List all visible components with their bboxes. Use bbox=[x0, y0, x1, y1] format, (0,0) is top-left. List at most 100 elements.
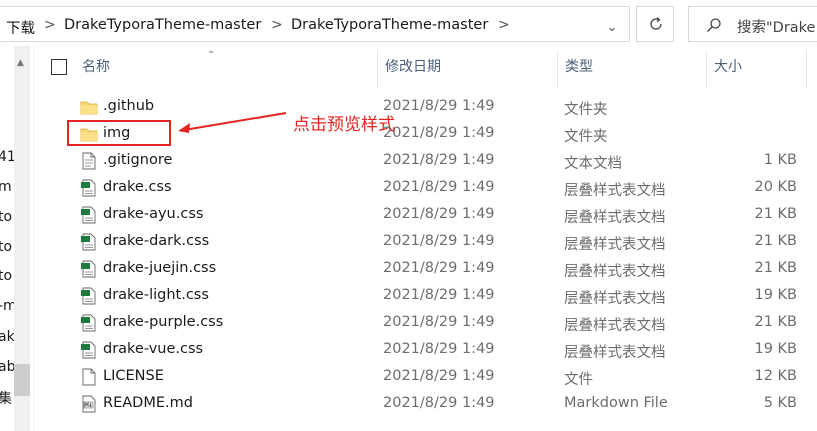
annotation-highlight-box bbox=[67, 120, 171, 146]
refresh-icon bbox=[650, 17, 662, 30]
address-bar[interactable]: 下载 > DrakeTyporaTheme-master > DrakeTypo… bbox=[0, 6, 630, 42]
file-date: 2021/8/29 1:49 bbox=[383, 125, 495, 141]
breadcrumb-separator[interactable]: > bbox=[498, 17, 510, 33]
file-date: 2021/8/29 1:49 bbox=[383, 395, 495, 411]
file-type: 文件夹 bbox=[564, 129, 608, 145]
chevron-down-icon[interactable]: ⌄ bbox=[602, 18, 622, 38]
file-name: drake-ayu.css bbox=[103, 206, 204, 222]
file-type: 文件 bbox=[564, 372, 593, 388]
file-size: 19 KB bbox=[754, 341, 797, 357]
file-type: 层叠样式表文档 bbox=[564, 183, 666, 199]
file-row[interactable]: .github 2021/8/29 1:49 文件夹 bbox=[36, 94, 817, 121]
annotation-label: 点击预览样式 bbox=[293, 115, 395, 135]
css-file-icon bbox=[80, 314, 98, 332]
file-size: 20 KB bbox=[754, 179, 797, 195]
file-size: 1 KB bbox=[763, 152, 797, 168]
file-type: Markdown File bbox=[564, 395, 668, 411]
column-divider[interactable] bbox=[706, 50, 707, 88]
column-header-date[interactable]: 修改日期 bbox=[385, 56, 441, 82]
column-header-type[interactable]: 类型 bbox=[565, 56, 593, 82]
column-divider[interactable] bbox=[377, 50, 378, 88]
file-size: 21 KB bbox=[754, 314, 797, 330]
search-input[interactable]: 搜索"Drake bbox=[688, 6, 817, 42]
nav-item[interactable]: to bbox=[0, 239, 12, 255]
file-type: 层叠样式表文档 bbox=[564, 345, 666, 361]
pane-divider[interactable] bbox=[33, 46, 34, 431]
column-divider[interactable] bbox=[557, 50, 558, 88]
file-row[interactable]: LICENSE 2021/8/29 1:49 文件 12 KB bbox=[36, 364, 817, 391]
file-name: drake-light.css bbox=[103, 287, 209, 303]
file-name: drake-juejin.css bbox=[103, 260, 217, 276]
file-row[interactable]: drake-vue.css 2021/8/29 1:49 层叠样式表文档 19 … bbox=[36, 337, 817, 364]
file-row[interactable]: drake-purple.css 2021/8/29 1:49 层叠样式表文档 … bbox=[36, 310, 817, 337]
file-size: 21 KB bbox=[754, 233, 797, 249]
file-name: drake-purple.css bbox=[103, 314, 224, 330]
breadcrumb-folder-2[interactable]: DrakeTyporaTheme-master bbox=[291, 17, 488, 33]
nav-scrollbar-thumb[interactable] bbox=[14, 364, 30, 396]
file-date: 2021/8/29 1:49 bbox=[383, 368, 495, 384]
breadcrumb-downloads[interactable]: 下载 bbox=[6, 17, 35, 38]
file-size: 5 KB bbox=[763, 395, 797, 411]
nav-item[interactable]: ak bbox=[0, 329, 15, 345]
column-header-size[interactable]: 大小 bbox=[714, 56, 742, 82]
file-name: LICENSE bbox=[103, 368, 164, 384]
file-name: README.md bbox=[103, 395, 193, 411]
file-type: 文本文档 bbox=[564, 156, 622, 172]
breadcrumb-folder-1[interactable]: DrakeTyporaTheme-master bbox=[64, 17, 261, 33]
search-icon bbox=[707, 18, 721, 32]
file-date: 2021/8/29 1:49 bbox=[383, 98, 495, 114]
scroll-up-icon[interactable]: ▲ bbox=[17, 58, 24, 68]
file-name: drake.css bbox=[103, 179, 172, 195]
file-name: drake-vue.css bbox=[103, 341, 204, 357]
file-row[interactable]: drake-ayu.css 2021/8/29 1:49 层叠样式表文档 21 … bbox=[36, 202, 817, 229]
file-date: 2021/8/29 1:49 bbox=[383, 314, 495, 330]
file-type: 文件夹 bbox=[564, 102, 608, 118]
file-row[interactable]: .gitignore 2021/8/29 1:49 文本文档 1 KB bbox=[36, 148, 817, 175]
select-all-checkbox[interactable] bbox=[51, 59, 67, 75]
nav-item[interactable]: 集 bbox=[0, 388, 12, 408]
css-file-icon bbox=[80, 206, 98, 224]
css-file-icon bbox=[80, 287, 98, 305]
file-name: .gitignore bbox=[103, 152, 173, 168]
file-name: drake-dark.css bbox=[103, 233, 210, 249]
file-type: 层叠样式表文档 bbox=[564, 210, 666, 226]
file-size: 21 KB bbox=[754, 206, 797, 222]
file-type: 层叠样式表文档 bbox=[564, 264, 666, 280]
file-date: 2021/8/29 1:49 bbox=[383, 287, 495, 303]
nav-item[interactable]: to bbox=[0, 209, 12, 225]
file-type: 层叠样式表文档 bbox=[564, 318, 666, 334]
file-date: 2021/8/29 1:49 bbox=[383, 233, 495, 249]
breadcrumb-separator[interactable]: > bbox=[271, 17, 283, 33]
sort-ascending-icon: ⌃ bbox=[207, 50, 216, 61]
file-row[interactable]: drake-light.css 2021/8/29 1:49 层叠样式表文档 1… bbox=[36, 283, 817, 310]
file-type: 层叠样式表文档 bbox=[564, 291, 666, 307]
file-date: 2021/8/29 1:49 bbox=[383, 152, 495, 168]
breadcrumb-separator[interactable]: > bbox=[44, 17, 56, 33]
text-file-icon bbox=[80, 152, 98, 170]
file-type: 层叠样式表文档 bbox=[564, 237, 666, 253]
css-file-icon bbox=[80, 341, 98, 359]
file-row[interactable]: drake-dark.css 2021/8/29 1:49 层叠样式表文档 21… bbox=[36, 229, 817, 256]
nav-item[interactable]: to bbox=[0, 268, 12, 284]
file-row[interactable]: drake.css 2021/8/29 1:49 层叠样式表文档 20 KB bbox=[36, 175, 817, 202]
markdown-file-icon bbox=[80, 395, 98, 413]
refresh-button[interactable] bbox=[636, 6, 674, 42]
file-row[interactable]: drake-juejin.css 2021/8/29 1:49 层叠样式表文档 … bbox=[36, 256, 817, 283]
file-date: 2021/8/29 1:49 bbox=[383, 341, 495, 357]
column-divider[interactable] bbox=[806, 50, 807, 88]
search-placeholder: 搜索"Drake bbox=[737, 20, 816, 36]
file-row[interactable]: README.md 2021/8/29 1:49 Markdown File 5… bbox=[36, 391, 817, 418]
file-size: 12 KB bbox=[754, 368, 797, 384]
file-date: 2021/8/29 1:49 bbox=[383, 260, 495, 276]
file-size: 21 KB bbox=[754, 260, 797, 276]
nav-item[interactable]: m bbox=[0, 179, 12, 195]
file-date: 2021/8/29 1:49 bbox=[383, 179, 495, 195]
file-size: 19 KB bbox=[754, 287, 797, 303]
css-file-icon bbox=[80, 260, 98, 278]
folder-icon bbox=[80, 98, 98, 116]
column-header-name[interactable]: 名称 bbox=[82, 56, 110, 82]
file-name: .github bbox=[103, 98, 155, 114]
address-bar-row: 下载 > DrakeTyporaTheme-master > DrakeTypo… bbox=[0, 0, 817, 46]
file-date: 2021/8/29 1:49 bbox=[383, 206, 495, 222]
navigation-pane: 41 m to to to -m ak ab 集 ▲ bbox=[0, 46, 30, 431]
